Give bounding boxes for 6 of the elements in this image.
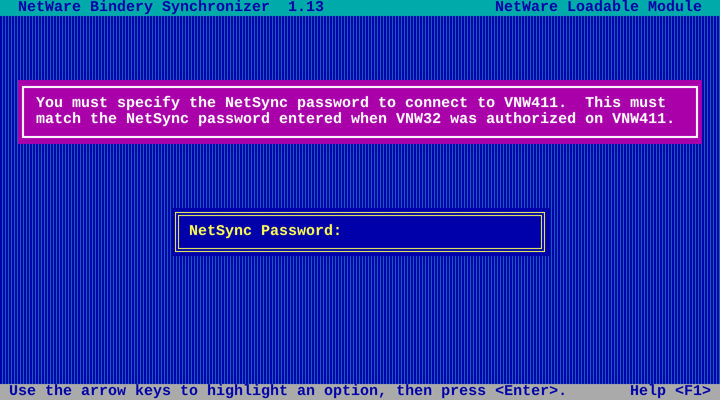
help-key: Help <F1>	[630, 384, 711, 400]
app-title: NetWare Bindery Synchronizer 1.13	[18, 0, 324, 16]
password-label: NetSync Password:	[189, 224, 342, 240]
message-text: You must specify the NetSync password to connect to VNW411. This must match the NetSync password entered when VNW32 was authorized on VNW411.	[36, 96, 676, 128]
status-hint: Use the arrow keys to highlight an option, then press <Enter>.	[9, 384, 568, 400]
module-label: NetWare Loadable Module	[494, 0, 702, 16]
